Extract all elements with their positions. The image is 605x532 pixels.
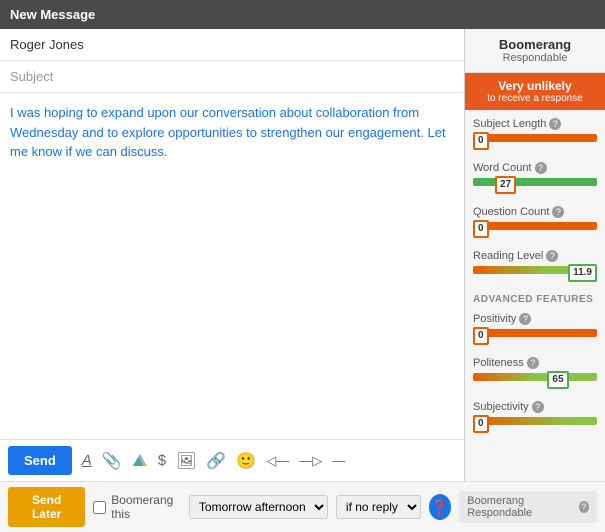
to-value: Roger Jones (10, 37, 84, 52)
subject-placeholder: Subject (10, 69, 53, 84)
drive-icon[interactable] (132, 453, 148, 469)
subject-field[interactable]: Subject (0, 61, 464, 93)
reading-level-help-icon[interactable]: ? (546, 250, 558, 262)
format-text-icon[interactable]: A (82, 452, 92, 469)
bottom-bar: Send Later Boomerang this Tomorrow after… (0, 481, 605, 532)
advanced-features-label: ADVANCED FEATURES (473, 294, 597, 305)
question-count-bar: 0 (473, 222, 597, 238)
time-dropdown[interactable]: Tomorrow afternoon (189, 495, 328, 519)
reading-level-value: 11.9 (568, 264, 597, 282)
boomerang-respondable-label: Boomerang Respondable (467, 495, 574, 519)
metrics-section: Subject Length ? 0 Word Count ? (465, 110, 605, 481)
word-count-bar: 27 (473, 178, 597, 194)
subjectivity-value: 0 (473, 415, 489, 433)
link-icon[interactable]: 🔗 (206, 451, 226, 471)
indent-right-icon[interactable]: —▷ (299, 453, 322, 469)
response-badge: Very unlikely to receive a response (465, 73, 605, 110)
politeness-help-icon[interactable]: ? (527, 357, 539, 369)
attach-icon[interactable]: 📎 (102, 451, 122, 471)
reading-level-bar: 11.9 (473, 266, 597, 282)
positivity-value: 0 (473, 327, 489, 345)
response-text: Very unlikely (470, 79, 600, 93)
right-panel: Boomerang Respondable Very unlikely to r… (465, 29, 605, 481)
boomerang-checkbox[interactable] (93, 501, 106, 514)
body-field[interactable]: I was hoping to expand upon our conversa… (0, 93, 464, 439)
metric-positivity: Positivity ? 0 (473, 313, 597, 345)
question-count-value: 0 (473, 220, 489, 238)
title-text: New Message (10, 7, 95, 22)
image-icon[interactable]: 🖼 (176, 451, 196, 471)
more-icon[interactable]: — (332, 453, 345, 468)
word-count-value: 27 (495, 176, 516, 194)
send-button[interactable]: Send (8, 446, 72, 475)
politeness-value: 65 (547, 371, 568, 389)
bottom-help-icon[interactable]: ? (579, 501, 589, 513)
boomerang-header: Boomerang Respondable (465, 29, 605, 73)
metric-subjectivity: Subjectivity ? 0 (473, 401, 597, 433)
metric-question-count-label: Question Count ? (473, 206, 597, 218)
to-field[interactable]: Roger Jones (0, 29, 464, 61)
indent-left-icon[interactable]: ◁— (266, 453, 289, 469)
main-area: Roger Jones Subject I was hoping to expa… (0, 29, 605, 481)
boomerang-check-area: Boomerang this (93, 493, 181, 521)
politeness-bar: 65 (473, 373, 597, 389)
reply-dropdown[interactable]: if no reply (336, 495, 421, 519)
boomerang-respondable-bottom[interactable]: Boomerang Respondable ? (459, 491, 597, 523)
metric-subject-length: Subject Length ? 0 (473, 118, 597, 150)
positivity-help-icon[interactable]: ? (519, 313, 531, 325)
subject-length-help-icon[interactable]: ? (549, 118, 561, 130)
subject-length-value: 0 (473, 132, 489, 150)
response-sub-text: to receive a response (470, 93, 600, 104)
metric-word-count-label: Word Count ? (473, 162, 597, 174)
question-count-help-icon[interactable]: ? (552, 206, 564, 218)
arrow-button[interactable]: ❓ (429, 494, 451, 520)
title-bar: New Message (0, 0, 605, 29)
metric-reading-level-label: Reading Level ? (473, 250, 597, 262)
emoji-icon[interactable]: 🙂 (236, 451, 256, 471)
subjectivity-help-icon[interactable]: ? (532, 401, 544, 413)
boomerang-this-label: Boomerang this (111, 493, 181, 521)
metric-reading-level: Reading Level ? 11.9 (473, 250, 597, 282)
metric-positivity-label: Positivity ? (473, 313, 597, 325)
subject-length-bar: 0 (473, 134, 597, 150)
boomerang-subtitle: Respondable (470, 52, 600, 64)
metric-politeness: Politeness ? 65 (473, 357, 597, 389)
metric-politeness-label: Politeness ? (473, 357, 597, 369)
compose-area: Roger Jones Subject I was hoping to expa… (0, 29, 465, 481)
metric-question-count: Question Count ? 0 (473, 206, 597, 238)
app-container: New Message Roger Jones Subject I was ho… (0, 0, 605, 532)
send-later-button[interactable]: Send Later (8, 487, 85, 527)
compose-toolbar: Send A 📎 $ 🖼 🔗 🙂 ◁— —▷ — (0, 439, 464, 481)
subjectivity-bar: 0 (473, 417, 597, 433)
body-text: I was hoping to expand upon our conversa… (10, 105, 446, 159)
boomerang-title: Boomerang (470, 37, 600, 52)
metric-subjectivity-label: Subjectivity ? (473, 401, 597, 413)
positivity-bar: 0 (473, 329, 597, 345)
dollar-icon[interactable]: $ (158, 452, 166, 469)
metric-word-count: Word Count ? 27 (473, 162, 597, 194)
word-count-help-icon[interactable]: ? (535, 162, 547, 174)
metric-subject-length-label: Subject Length ? (473, 118, 597, 130)
